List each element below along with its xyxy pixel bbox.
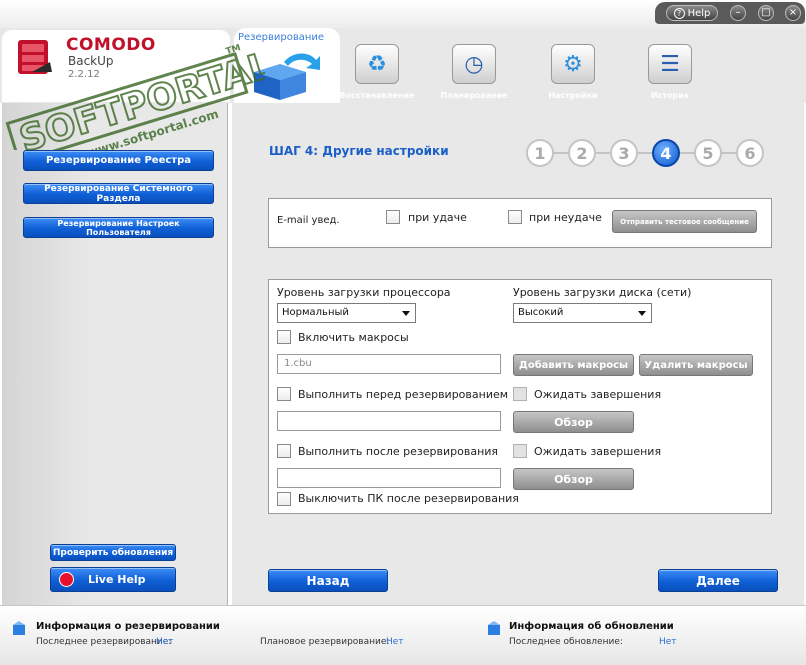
registry-backup-button[interactable]: Резервирование Реестра bbox=[23, 150, 214, 171]
softportal-watermark: SOFTPORTAL www.softportal.com TM bbox=[5, 43, 265, 150]
toolbar-history-label: История bbox=[650, 91, 690, 100]
run-before-checkbox[interactable] bbox=[277, 387, 291, 401]
update-info-icon bbox=[488, 621, 500, 635]
back-button[interactable]: Назад bbox=[268, 569, 388, 592]
macro-input[interactable]: 1.cbu bbox=[277, 354, 501, 374]
toolbar-settings-label: Настройки bbox=[548, 91, 598, 100]
step-6: 6 bbox=[736, 139, 764, 167]
left-panel: Резервирование Реестра Резервирование Си… bbox=[2, 103, 228, 605]
wait-finish-before-checkbox[interactable] bbox=[513, 387, 527, 401]
cpu-load-value: Нормальный bbox=[282, 307, 349, 318]
run-after-input[interactable] bbox=[277, 468, 501, 488]
email-label: E-mail увед. bbox=[277, 215, 340, 226]
last-backup-value: Нет bbox=[156, 637, 174, 647]
recycle-icon: ♻ bbox=[355, 44, 399, 84]
wait-finish-before-label: Ожидать завершения bbox=[534, 388, 662, 401]
step-4-current: 4 bbox=[652, 139, 680, 167]
run-before-input[interactable] bbox=[277, 411, 501, 431]
browse-after-button[interactable]: Обзор bbox=[513, 468, 634, 490]
history-icon: ☰ bbox=[648, 44, 692, 84]
maximize-button[interactable]: □ bbox=[758, 5, 774, 21]
browse-before-button[interactable]: Обзор bbox=[513, 411, 634, 433]
enable-macros-checkbox[interactable] bbox=[277, 330, 291, 344]
email-failure-checkbox[interactable] bbox=[508, 210, 522, 224]
window-controls: ? Help – □ × bbox=[655, 2, 805, 24]
close-icon: × bbox=[788, 7, 798, 18]
planned-backup-value: Нет bbox=[386, 637, 404, 647]
run-after-label: Выполнить после резервирования bbox=[298, 445, 499, 458]
minimize-icon: – bbox=[735, 7, 741, 18]
email-failure-label: при неудаче bbox=[529, 211, 602, 224]
live-help-icon bbox=[59, 572, 74, 587]
enable-macros-label: Включить макросы bbox=[298, 331, 409, 344]
maximize-icon: □ bbox=[761, 7, 771, 18]
toolbar-restore-label: Восстановление bbox=[339, 91, 415, 100]
email-success-label: при удаче bbox=[408, 211, 467, 224]
steps-connector bbox=[540, 152, 750, 154]
settings-group: Уровень загрузки процессора Нормальный У… bbox=[268, 279, 772, 514]
toolbar-schedule-label: Планирование bbox=[440, 91, 508, 100]
last-update-label: Последнее обновление: bbox=[509, 637, 623, 647]
toolbar-history[interactable]: ☰ История bbox=[630, 44, 710, 102]
send-test-message-button[interactable]: Отправить тестовое сообщение bbox=[612, 210, 757, 233]
help-icon: ? bbox=[673, 7, 685, 19]
wait-finish-after-checkbox[interactable] bbox=[513, 444, 527, 458]
email-group: E-mail увед. при удаче при неудаче Отпра… bbox=[268, 198, 772, 248]
remove-macros-button[interactable]: Удалить макросы bbox=[639, 354, 753, 376]
next-button[interactable]: Далее bbox=[658, 569, 778, 592]
wait-finish-after-label: Ожидать завершения bbox=[534, 445, 662, 458]
clock-icon: ◷ bbox=[452, 44, 496, 84]
chevron-down-icon bbox=[638, 311, 646, 316]
shutdown-label: Выключить ПК после резервирования bbox=[298, 492, 519, 505]
run-before-label: Выполнить перед резервированием bbox=[298, 388, 509, 401]
check-updates-button[interactable]: Проверить обновления bbox=[50, 544, 176, 561]
system-partition-backup-button[interactable]: Резервирование Системного Раздела bbox=[23, 183, 214, 204]
run-after-checkbox[interactable] bbox=[277, 444, 291, 458]
toolbar-schedule[interactable]: ◷ Планирование bbox=[434, 44, 514, 102]
live-help-button[interactable]: Live Help bbox=[50, 567, 176, 592]
chevron-down-icon bbox=[402, 311, 410, 316]
step-title: ШАГ 4: Другие настройки bbox=[269, 144, 449, 158]
planned-backup-label: Плановое резервирование: bbox=[260, 637, 390, 647]
cpu-load-select[interactable]: Нормальный bbox=[277, 303, 416, 323]
backup-info-icon bbox=[13, 621, 25, 635]
step-2: 2 bbox=[568, 139, 596, 167]
backup-info-title: Информация о резервировании bbox=[36, 621, 220, 632]
help-label: Help bbox=[687, 7, 711, 19]
live-help-label: Live Help bbox=[88, 573, 146, 586]
step-1: 1 bbox=[526, 139, 554, 167]
last-update-value: Нет bbox=[659, 637, 677, 647]
toolbar-settings[interactable]: ⚙ Настройки bbox=[533, 44, 613, 102]
disk-load-label: Уровень загрузки диска (сети) bbox=[513, 286, 692, 299]
tools-icon: ⚙ bbox=[551, 44, 595, 84]
disk-load-select[interactable]: Высокий bbox=[513, 303, 652, 323]
last-backup-label: Последнее резервирование: bbox=[36, 637, 172, 647]
toolbar-restore[interactable]: ♻ Восстановление bbox=[337, 44, 417, 102]
shutdown-checkbox[interactable] bbox=[277, 492, 291, 506]
email-success-checkbox[interactable] bbox=[386, 210, 400, 224]
cpu-load-label: Уровень загрузки процессора bbox=[277, 286, 451, 299]
user-settings-backup-button[interactable]: Резервирование Настроек Пользователя bbox=[23, 217, 214, 238]
close-button[interactable]: × bbox=[785, 5, 801, 21]
add-macros-button[interactable]: Добавить макросы bbox=[513, 354, 634, 376]
minimize-button[interactable]: – bbox=[730, 5, 746, 21]
disk-load-value: Высокий bbox=[518, 307, 564, 318]
footer: Информация о резервировании Последнее ре… bbox=[0, 605, 806, 665]
step-5: 5 bbox=[694, 139, 722, 167]
update-info-title: Информация об обновлении bbox=[509, 621, 674, 632]
step-3: 3 bbox=[610, 139, 638, 167]
help-button[interactable]: ? Help bbox=[666, 5, 718, 21]
